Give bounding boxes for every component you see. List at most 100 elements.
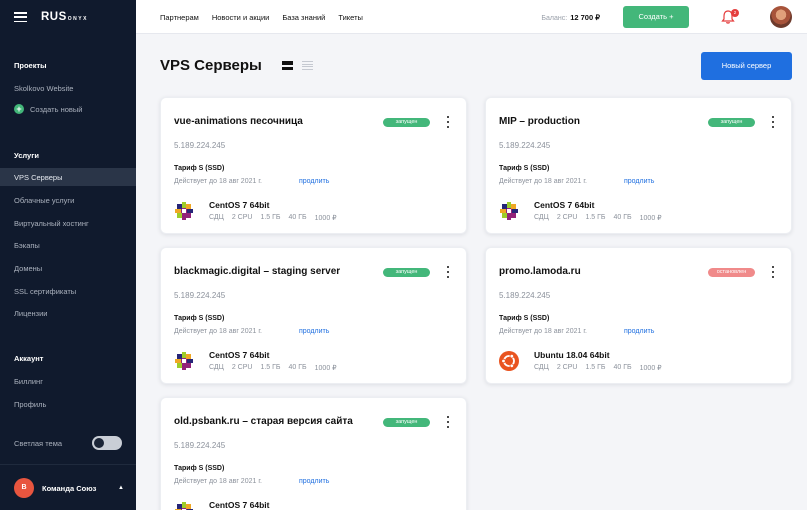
nav-tickets[interactable]: Тикеты: [338, 13, 363, 22]
spec-dc: СДЦ: [209, 214, 224, 221]
team-name: Команда Союз: [42, 483, 97, 493]
create-button[interactable]: Создать +: [623, 6, 689, 28]
spec-price: 1000 ₽: [639, 215, 662, 222]
server-name[interactable]: vue-animations песочница: [174, 116, 303, 127]
spec-ram: 1.5 ГБ: [585, 214, 606, 221]
nav-knowledge-base[interactable]: База знаний: [282, 13, 325, 22]
sidebar-item-hosting[interactable]: Виртуальный хостинг: [0, 214, 136, 232]
tariff: Тариф S (SSD): [174, 315, 225, 322]
valid-until: Действует до 18 авг 2021 г.: [499, 178, 587, 185]
spec-cpu: 2 CPU: [231, 364, 253, 371]
menu-icon[interactable]: [14, 12, 27, 22]
valid-until: Действует до 18 авг 2021 г.: [174, 178, 262, 185]
spec-cpu: 2 CPU: [556, 214, 578, 221]
team-avatar: В: [14, 478, 34, 498]
valid-until: Действует до 18 авг 2021 г.: [174, 478, 262, 485]
tariff: Тариф S (SSD): [174, 165, 225, 172]
theme-toggle[interactable]: [92, 436, 122, 450]
extend-link[interactable]: продлить: [299, 328, 329, 335]
centos-icon: [175, 202, 193, 220]
server-specs: СДЦ 2 CPU 1.5 ГБ 40 ГБ 1000 ₽: [209, 214, 345, 222]
spec-dc: СДЦ: [534, 364, 549, 371]
more-icon[interactable]: [445, 266, 451, 278]
theme-label: Светлая тема: [14, 438, 63, 448]
create-project-button[interactable]: + Создать новый: [14, 104, 82, 114]
server-ip: 5.189.224.245: [499, 291, 551, 300]
status-badge: запущен: [383, 118, 430, 127]
sidebar-item-domains[interactable]: Домены: [0, 259, 136, 277]
status-badge: запущен: [708, 118, 755, 127]
server-name[interactable]: MIP – production: [499, 116, 580, 127]
spec-cpu: 2 CPU: [231, 214, 253, 221]
server-card[interactable]: promo.lamoda.ru остановлен 5.189.224.245…: [485, 247, 792, 384]
spec-dc: СДЦ: [209, 364, 224, 371]
notification-badge: 2: [731, 9, 739, 17]
spec-ram: 1.5 ГБ: [260, 364, 281, 371]
server-name[interactable]: old.psbank.ru – старая версия сайта: [174, 416, 353, 427]
server-specs: СДЦ 2 CPU 1.5 ГБ 40 ГБ 1000 ₽: [209, 364, 345, 372]
extend-link[interactable]: продлить: [299, 478, 329, 485]
section-services: Услуги: [14, 151, 39, 160]
tariff: Тариф S (SSD): [499, 165, 550, 172]
spec-disk: 40 ГБ: [613, 364, 632, 371]
status-badge: запущен: [383, 418, 430, 427]
spec-price: 1000 ₽: [314, 365, 337, 372]
balance-label: Баланс:: [541, 15, 568, 22]
server-card[interactable]: MIP – production запущен 5.189.224.245 Т…: [485, 97, 792, 234]
sidebar-item-billing[interactable]: Биллинг: [0, 372, 136, 390]
sidebar-item-backups[interactable]: Бэкапы: [0, 236, 136, 254]
extend-link[interactable]: продлить: [299, 178, 329, 185]
balance: Баланс: 12 700 ₽: [541, 13, 600, 22]
server-specs: СДЦ 2 CPU 1.5 ГБ 40 ГБ 1000 ₽: [534, 364, 670, 372]
more-icon[interactable]: [770, 116, 776, 128]
server-ip: 5.189.224.245: [174, 441, 226, 450]
spec-ram: 1.5 ГБ: [260, 214, 281, 221]
sidebar-item-profile[interactable]: Профиль: [0, 395, 136, 413]
ubuntu-icon: [499, 351, 519, 371]
team-switcher[interactable]: В Команда Союз ▲: [14, 478, 124, 498]
centos-icon: [500, 202, 518, 220]
plus-icon: +: [14, 104, 24, 114]
os-name: CentOS 7 64bit: [534, 200, 595, 210]
spec-dc: СДЦ: [534, 214, 549, 221]
centos-icon: [175, 352, 193, 370]
more-icon[interactable]: [770, 266, 776, 278]
more-icon[interactable]: [445, 416, 451, 428]
sidebar-header: RUS ONYX: [0, 0, 136, 34]
sidebar-divider: [0, 464, 136, 465]
sidebar-item-cloud[interactable]: Облачные услуги: [0, 191, 136, 209]
spec-disk: 40 ГБ: [613, 214, 632, 221]
server-name[interactable]: promo.lamoda.ru: [499, 266, 581, 277]
logo-text: RUS: [41, 11, 67, 23]
extend-link[interactable]: продлить: [624, 328, 654, 335]
server-card[interactable]: blackmagic.digital – staging server запу…: [160, 247, 467, 384]
spec-disk: 40 ГБ: [288, 214, 307, 221]
server-ip: 5.189.224.245: [499, 141, 551, 150]
status-badge: остановлен: [708, 268, 755, 277]
grid-view-icon[interactable]: [282, 61, 293, 70]
list-view-icon[interactable]: [302, 61, 313, 70]
sidebar-item-licenses[interactable]: Лицензии: [0, 304, 136, 322]
sidebar-item-vps[interactable]: VPS Серверы: [0, 168, 136, 186]
toggle-knob: [94, 438, 104, 448]
section-account: Аккаунт: [14, 354, 44, 363]
server-card[interactable]: vue-animations песочница запущен 5.189.2…: [160, 97, 467, 234]
user-avatar[interactable]: [770, 6, 792, 28]
sidebar: RUS ONYX Проекты Skolkovo Website + Созда…: [0, 0, 136, 510]
server-name[interactable]: blackmagic.digital – staging server: [174, 266, 340, 277]
sidebar-item-skolkovo[interactable]: Skolkovo Website: [0, 79, 136, 97]
logo-sub: ONYX: [67, 16, 88, 22]
server-ip: 5.189.224.245: [174, 141, 226, 150]
extend-link[interactable]: продлить: [624, 178, 654, 185]
logo[interactable]: RUS ONYX: [41, 11, 88, 23]
new-server-button[interactable]: Новый сервер: [701, 52, 792, 80]
os-name: CentOS 7 64bit: [209, 200, 270, 210]
os-name: CentOS 7 64bit: [209, 350, 270, 360]
server-card[interactable]: old.psbank.ru – старая версия сайта запу…: [160, 397, 467, 510]
sidebar-item-ssl[interactable]: SSL сертификаты: [0, 282, 136, 300]
section-projects: Проекты: [14, 61, 47, 70]
nav-partners[interactable]: Партнерам: [160, 13, 199, 22]
more-icon[interactable]: [445, 116, 451, 128]
nav-news[interactable]: Новости и акции: [212, 13, 270, 22]
spec-disk: 40 ГБ: [288, 364, 307, 371]
